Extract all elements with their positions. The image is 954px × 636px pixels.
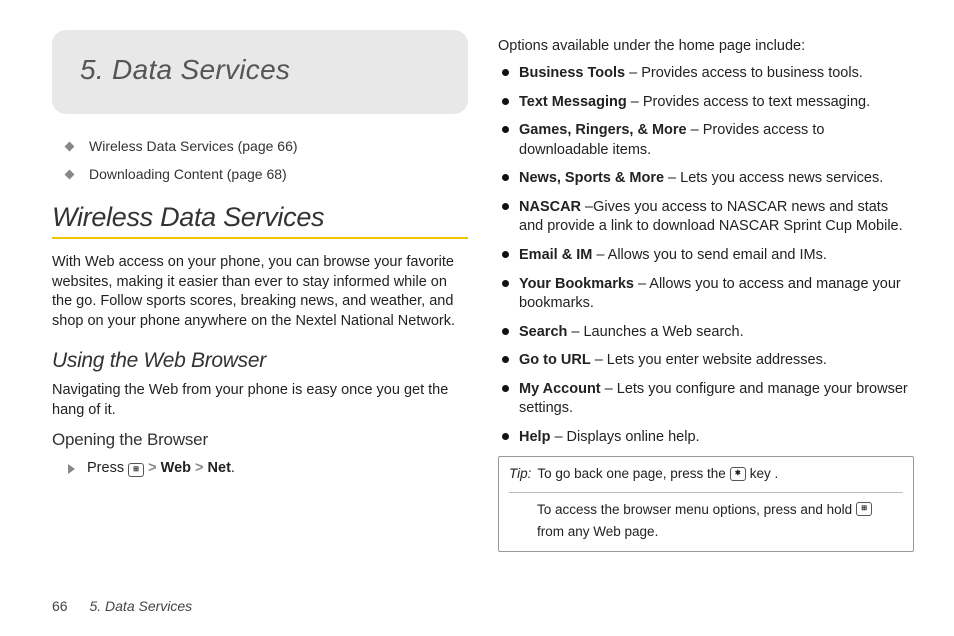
option-item: Your Bookmarks – Allows you to access an…	[502, 275, 914, 314]
page-number: 66	[52, 598, 68, 614]
option-label: NASCAR	[519, 199, 581, 215]
option-item: Help – Displays online help.	[502, 428, 914, 448]
option-label: Go to URL	[519, 352, 591, 368]
breadcrumb-separator: >	[195, 460, 203, 476]
chapter-number: 5.	[80, 54, 104, 85]
option-item: Business Tools – Provides access to busi…	[502, 64, 914, 84]
option-label: Email & IM	[519, 247, 592, 263]
chapter-name: Data Services	[112, 54, 290, 85]
tip-row-2: To access the browser menu options, pres…	[537, 501, 903, 541]
step-content: Press ⊞ > Web > Net.	[87, 460, 235, 478]
option-item: Search – Launches a Web search.	[502, 323, 914, 343]
menu-key-icon: ⊞	[856, 502, 872, 516]
option-item: NASCAR –Gives you access to NASCAR news …	[502, 198, 914, 237]
circle-bullet-icon	[502, 328, 509, 335]
nav-web: Web	[161, 460, 191, 476]
chapter-title-box: 5. Data Services	[52, 30, 468, 114]
toc-text: Downloading Content (page 68)	[89, 166, 287, 182]
option-text: – Provides access to text messaging.	[627, 94, 870, 110]
option-item: Games, Ringers, & More – Provides access…	[502, 121, 914, 160]
option-label: Help	[519, 429, 550, 445]
option-label: Business Tools	[519, 65, 625, 81]
page-footer: 66 5. Data Services	[52, 598, 192, 614]
nav-net: Net	[208, 460, 231, 476]
diamond-bullet-icon	[65, 169, 75, 179]
sub-heading: Using the Web Browser	[52, 349, 468, 373]
option-item: Text Messaging – Provides access to text…	[502, 93, 914, 113]
star-key-icon: ✱	[730, 467, 746, 481]
tip-row-1: Tip: To go back one page, press the ✱ ke…	[509, 465, 903, 492]
options-intro: Options available under the home page in…	[498, 38, 914, 54]
tip-text-1b: key .	[750, 465, 779, 483]
section-intro: With Web access on your phone, you can b…	[52, 253, 468, 331]
option-text: – Lets you enter website addresses.	[591, 352, 827, 368]
chapter-title: 5. Data Services	[80, 54, 440, 86]
toc-item: Downloading Content (page 68)	[66, 166, 468, 182]
breadcrumb-separator: >	[148, 460, 156, 476]
option-label: News, Sports & More	[519, 170, 664, 186]
option-label: Your Bookmarks	[519, 276, 634, 292]
tip-text-2a: To access the browser menu options, pres…	[537, 501, 852, 519]
right-column: Options available under the home page in…	[498, 30, 914, 552]
circle-bullet-icon	[502, 356, 509, 363]
circle-bullet-icon	[502, 251, 509, 258]
option-item: Go to URL – Lets you enter website addre…	[502, 351, 914, 371]
option-text: – Displays online help.	[550, 429, 699, 445]
option-item: Email & IM – Allows you to send email an…	[502, 246, 914, 266]
option-label: Games, Ringers, & More	[519, 122, 687, 138]
circle-bullet-icon	[502, 433, 509, 440]
step-dot: .	[231, 460, 235, 476]
toc-text: Wireless Data Services (page 66)	[89, 138, 298, 154]
step-line: Press ⊞ > Web > Net.	[68, 460, 468, 478]
diamond-bullet-icon	[65, 141, 75, 151]
circle-bullet-icon	[502, 98, 509, 105]
circle-bullet-icon	[502, 126, 509, 133]
footer-chapter: 5. Data Services	[89, 598, 192, 614]
circle-bullet-icon	[502, 385, 509, 392]
circle-bullet-icon	[502, 203, 509, 210]
tip-box: Tip: To go back one page, press the ✱ ke…	[498, 456, 914, 552]
option-text: – Provides access to business tools.	[625, 65, 863, 81]
tip-text-2b: from any Web page.	[537, 523, 658, 541]
menu-key-icon: ⊞	[128, 463, 144, 477]
toc-item: Wireless Data Services (page 66)	[66, 138, 468, 154]
sub-text: Navigating the Web from your phone is ea…	[52, 381, 468, 420]
triangle-bullet-icon	[68, 464, 75, 474]
option-text: – Allows you to send email and IMs.	[592, 247, 827, 263]
option-label: Search	[519, 324, 567, 340]
section-heading: Wireless Data Services	[52, 202, 468, 239]
sub-sub-heading: Opening the Browser	[52, 430, 468, 450]
option-item: My Account – Lets you configure and mana…	[502, 380, 914, 419]
tip-text-1a: To go back one page, press the	[537, 465, 725, 483]
tip-label: Tip:	[509, 465, 531, 483]
option-text: – Lets you access news services.	[664, 170, 883, 186]
option-text: – Launches a Web search.	[567, 324, 743, 340]
circle-bullet-icon	[502, 69, 509, 76]
circle-bullet-icon	[502, 280, 509, 287]
option-label: Text Messaging	[519, 94, 627, 110]
left-column: 5. Data Services Wireless Data Services …	[52, 30, 468, 552]
step-press: Press	[87, 460, 124, 476]
option-label: My Account	[519, 381, 601, 397]
option-item: News, Sports & More – Lets you access ne…	[502, 169, 914, 189]
circle-bullet-icon	[502, 174, 509, 181]
